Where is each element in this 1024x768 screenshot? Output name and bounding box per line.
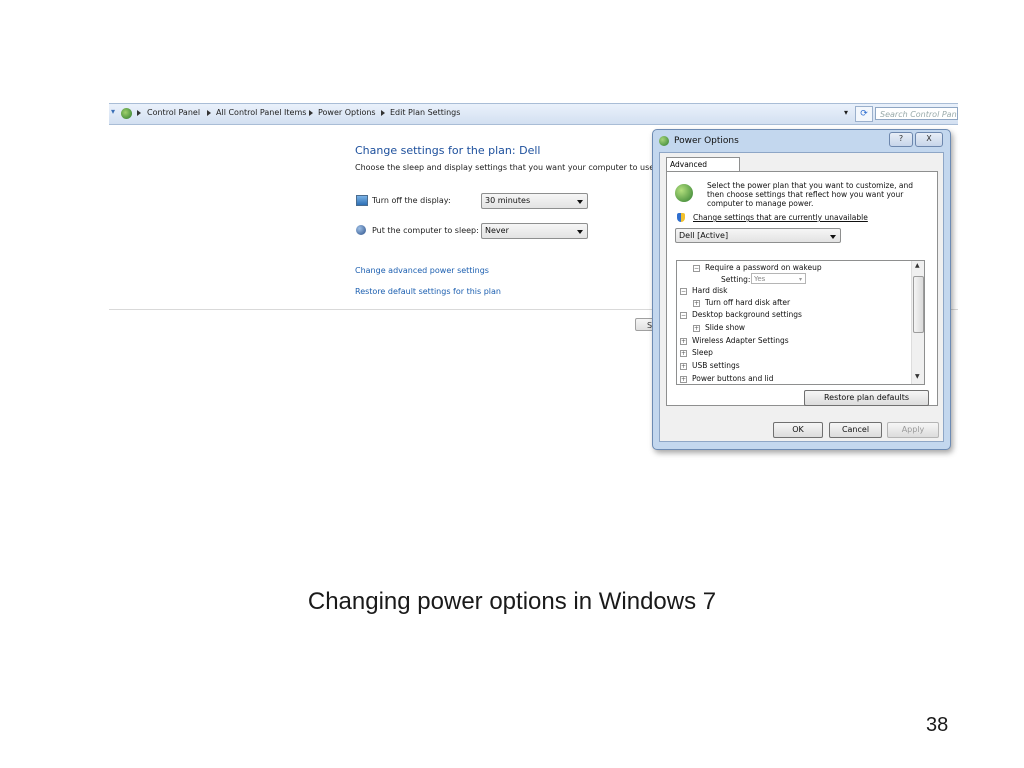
setting-value-select[interactable]: Yes ▾ [751, 273, 806, 284]
shield-icon [677, 213, 685, 222]
tree-label: USB settings [692, 361, 740, 370]
power-options-dialog: Power Options ? X Advanced settings Sele… [652, 129, 951, 450]
tree-item-desktop-background[interactable]: − Desktop background settings [680, 310, 802, 319]
chevron-down-icon [830, 235, 836, 239]
scrollbar-thumb[interactable] [913, 276, 924, 333]
expand-icon[interactable]: + [693, 324, 700, 332]
page-number: 38 [926, 714, 949, 736]
tree-label: Sleep [692, 348, 713, 357]
ok-button[interactable]: OK [773, 422, 823, 438]
breadcrumb-separator-icon [207, 110, 211, 116]
collapse-icon[interactable]: − [693, 264, 700, 272]
plan-select[interactable]: Dell [Active] [675, 228, 841, 243]
change-unavailable-settings-link[interactable]: Change settings that are currently unava… [693, 213, 868, 222]
search-input[interactable]: Search Control Pane [875, 107, 958, 120]
expand-icon[interactable]: + [680, 337, 687, 345]
breadcrumb-control-panel[interactable]: Control Panel [147, 108, 200, 117]
breadcrumb-edit-plan[interactable]: Edit Plan Settings [390, 108, 460, 117]
sleep-timeout-select[interactable]: Never [481, 223, 588, 239]
breadcrumb-separator-icon [137, 110, 141, 116]
intro-line-1: Select the power plan that you want to c… [707, 181, 913, 190]
collapse-icon[interactable]: − [680, 311, 687, 319]
tree-item-usb[interactable]: + USB settings [680, 361, 740, 370]
control-panel-icon [121, 108, 132, 119]
tree-label: Wireless Adapter Settings [692, 336, 789, 345]
expand-icon[interactable]: + [680, 375, 687, 383]
expand-icon[interactable]: + [680, 349, 687, 357]
display-timeout-value: 30 minutes [485, 196, 531, 205]
tree-scrollbar[interactable]: ▲ ▼ [911, 261, 924, 384]
tree-item-power-buttons[interactable]: + Power buttons and lid [680, 374, 774, 383]
chevron-down-icon [577, 230, 583, 234]
address-dropdown-icon[interactable]: ▾ [844, 108, 848, 117]
breadcrumb-all-items[interactable]: All Control Panel Items [216, 108, 306, 117]
breadcrumb-separator-icon [309, 110, 313, 116]
sleep-timeout-value: Never [485, 226, 509, 235]
dialog-title: Power Options [674, 136, 739, 146]
tree-label: Turn off hard disk after [705, 298, 791, 307]
power-options-icon [659, 136, 669, 146]
cancel-button[interactable]: Cancel [829, 422, 882, 438]
power-plan-icon [675, 184, 693, 202]
plan-select-value: Dell [Active] [679, 231, 729, 240]
slide-caption: Changing power options in Windows 7 [307, 588, 717, 615]
tree-label: Desktop background settings [692, 310, 802, 319]
close-button[interactable]: X [915, 132, 943, 147]
tree-label: Power buttons and lid [692, 374, 774, 383]
tree-item-require-password[interactable]: − Require a password on wakeup [693, 263, 822, 272]
display-label: Turn off the display: [372, 196, 451, 205]
tab-advanced-settings[interactable]: Advanced settings [666, 157, 740, 183]
help-button[interactable]: ? [889, 132, 913, 147]
page-description: Choose the sleep and display settings th… [355, 163, 657, 172]
sleep-label: Put the computer to sleep: [372, 226, 479, 235]
monitor-icon [356, 195, 368, 206]
moon-icon [356, 225, 366, 235]
restore-plan-defaults-button[interactable]: Restore plan defaults [804, 390, 929, 406]
display-timeout-select[interactable]: 30 minutes [481, 193, 588, 209]
intro-line-2: then choose settings that reflect how yo… [707, 190, 904, 199]
tree-item-slide-show[interactable]: + Slide show [693, 323, 745, 332]
dialog-body: Advanced settings Select the power plan … [659, 152, 944, 442]
tree-item-sleep[interactable]: + Sleep [680, 348, 713, 357]
tree-item-turn-off-hard-disk[interactable]: + Turn off hard disk after [693, 298, 790, 307]
chevron-down-icon [577, 200, 583, 204]
expand-icon[interactable]: + [693, 299, 700, 307]
address-bar[interactable]: ▾ Control Panel All Control Panel Items … [109, 103, 958, 125]
restore-defaults-link[interactable]: Restore default settings for this plan [355, 287, 501, 296]
tree-label: Slide show [705, 323, 746, 332]
chevron-down-icon: ▾ [798, 276, 802, 283]
intro-line-3: computer to manage power. [707, 199, 814, 208]
collapse-icon[interactable]: − [680, 287, 687, 295]
tree-item-hard-disk[interactable]: − Hard disk [680, 286, 727, 295]
setting-label: Setting: [721, 275, 751, 284]
tree-label: Hard disk [692, 286, 728, 295]
tree-label: Require a password on wakeup [705, 263, 822, 272]
tree-item-wireless[interactable]: + Wireless Adapter Settings [680, 336, 789, 345]
breadcrumb-power-options[interactable]: Power Options [318, 108, 376, 117]
expand-icon[interactable]: + [680, 362, 687, 370]
breadcrumb-separator-icon [381, 110, 385, 116]
setting-value: Yes [754, 275, 766, 283]
refresh-icon[interactable]: ⟳ [855, 106, 873, 122]
apply-button[interactable]: Apply [887, 422, 939, 438]
page-title: Change settings for the plan: Dell [355, 144, 541, 157]
scroll-up-icon[interactable]: ▲ [915, 262, 920, 269]
back-dropdown-icon[interactable]: ▾ [111, 107, 115, 116]
advanced-settings-link[interactable]: Change advanced power settings [355, 266, 489, 275]
scroll-down-icon[interactable]: ▼ [915, 373, 920, 380]
settings-tree[interactable]: − Require a password on wakeup Setting: Y… [676, 260, 925, 385]
